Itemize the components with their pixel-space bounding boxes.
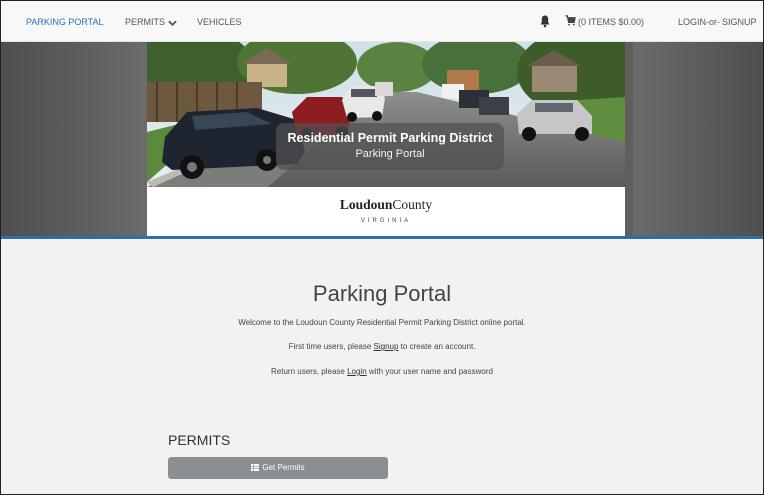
logo-word-county: County	[392, 197, 433, 212]
cart-icon[interactable]	[565, 15, 576, 26]
return-prefix: Return users, please	[271, 367, 348, 376]
county-logo-strip: LoudounCounty VIRGINIA	[147, 187, 625, 237]
banner-title-overlay: Residential Permit Parking District Park…	[276, 123, 504, 170]
table-icon	[251, 464, 260, 471]
logo-word-loudoun: Loudoun	[339, 197, 393, 212]
nav-login-link[interactable]: LOGIN	[678, 17, 706, 27]
first-time-suffix: to create an account.	[398, 342, 476, 351]
banner-side-left	[1, 42, 147, 237]
logo-state: VIRGINIA	[147, 218, 625, 224]
return-suffix: with your user name and password	[366, 367, 493, 376]
first-time-text: First time users, please Signup to creat…	[1, 342, 763, 351]
logo-state-text: VIRGINIA	[360, 218, 412, 224]
signup-link[interactable]: Signup	[374, 342, 399, 351]
welcome-text: Welcome to the Loudoun County Residentia…	[238, 318, 526, 327]
county-logo: LoudounCounty	[147, 197, 625, 213]
bell-icon[interactable]	[538, 14, 552, 28]
get-permits-button[interactable]: Get Permits	[168, 457, 388, 479]
banner-subtitle: Parking Portal	[355, 148, 425, 160]
nav-parking-portal-link[interactable]: PARKING PORTAL	[26, 17, 104, 27]
hero-banner: Residential Permit Parking District Park…	[1, 42, 763, 237]
login-link[interactable]: Login	[347, 367, 367, 376]
nav-or-separator: -or-	[706, 17, 720, 27]
permits-heading: PERMITS	[168, 432, 231, 448]
get-permits-label: Get Permits	[262, 463, 305, 472]
browser-frame: PARKING PORTAL PERMITS VEHICLES (0 ITEMS…	[0, 0, 764, 495]
main-content: Parking Portal Welcome to the Loudoun Co…	[1, 239, 763, 494]
nav-vehicles-link[interactable]: VEHICLES	[197, 17, 242, 27]
nav-permits-label: PERMITS	[125, 17, 166, 27]
top-nav: PARKING PORTAL PERMITS VEHICLES (0 ITEMS…	[1, 1, 763, 42]
first-time-prefix: First time users, please	[288, 342, 374, 351]
banner-title: Residential Permit Parking District	[287, 131, 493, 145]
nav-permits-dropdown[interactable]: PERMITS	[125, 17, 177, 27]
nav-signup-link[interactable]: SIGNUP	[722, 17, 757, 27]
cart-summary[interactable]: (0 ITEMS $0.00)	[578, 17, 644, 27]
chevron-down-icon	[168, 20, 177, 26]
page-title: Parking Portal	[312, 281, 452, 306]
banner-side-right	[633, 42, 763, 237]
return-user-text: Return users, please Login with your use…	[1, 367, 763, 376]
